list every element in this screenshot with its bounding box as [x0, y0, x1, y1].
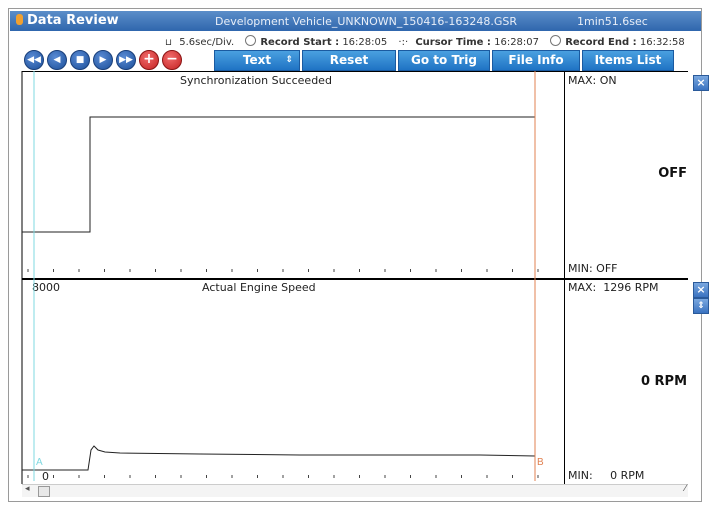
sync-trace: [22, 116, 535, 233]
resize-grip-icon: ⁄: [684, 484, 686, 494]
cursor-b-label[interactable]: B: [537, 457, 544, 468]
cursor-a-label[interactable]: A: [36, 457, 43, 468]
scroll-left-icon[interactable]: ◂: [25, 484, 30, 494]
sync-x-ticks: [27, 269, 539, 272]
rpm-x-ticks: [27, 475, 539, 478]
rpm-trace: [22, 445, 536, 471]
trace-canvas: A B: [21, 71, 544, 484]
scroll-thumb[interactable]: [38, 486, 50, 497]
horizontal-scrollbar[interactable]: ◂ ⁄: [22, 484, 688, 497]
